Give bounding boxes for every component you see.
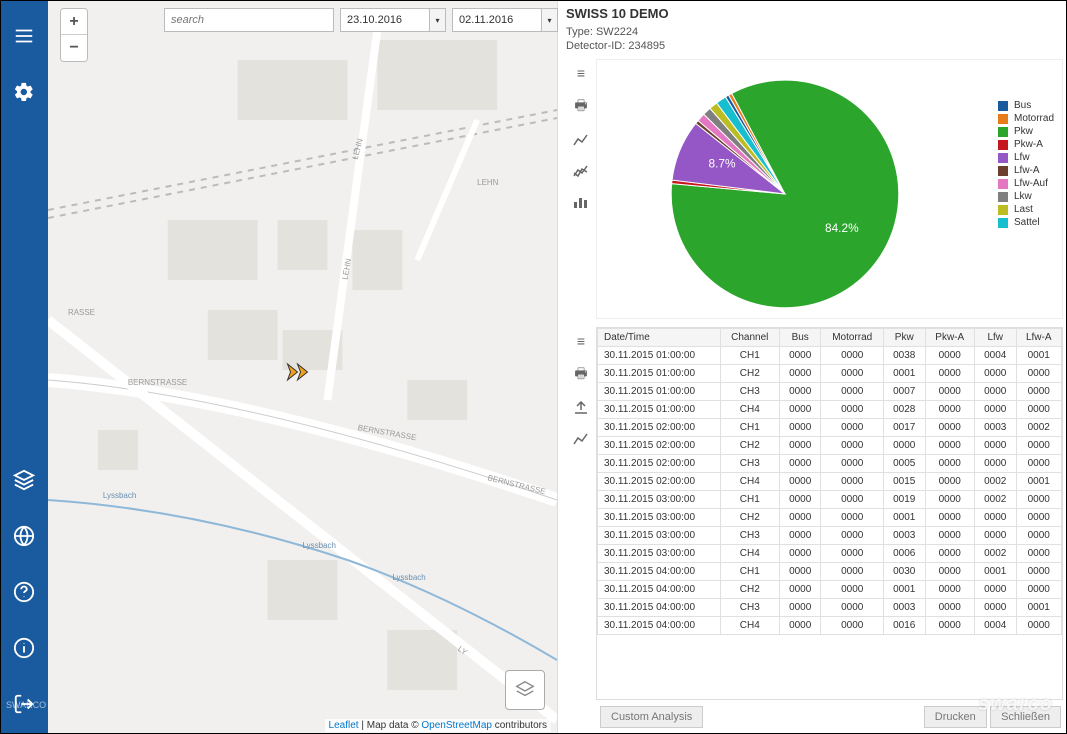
table-print-icon[interactable]: 🖶	[574, 363, 587, 387]
legend-item[interactable]: Pkw-A	[998, 139, 1054, 150]
menu-icon[interactable]	[8, 20, 40, 52]
table-row[interactable]: 30.11.2015 03:00:00CH1000000000019000000…	[598, 491, 1062, 509]
table-row[interactable]: 30.11.2015 04:00:00CH3000000000003000000…	[598, 599, 1062, 617]
info-icon[interactable]	[8, 632, 40, 664]
legend-item[interactable]: Pkw	[998, 126, 1054, 137]
column-header[interactable]: Pkw	[883, 329, 925, 347]
svg-text:Lyssbach: Lyssbach	[303, 541, 336, 550]
chart-print-icon[interactable]: 🖶	[574, 95, 587, 119]
chart-block: ≡ 🖶 84.2% 8.7% Bus Motorrad Pkw Pkw-A Lfw Lfw-…	[566, 59, 1063, 319]
table-row[interactable]: 30.11.2015 03:00:00CH2000000000001000000…	[598, 509, 1062, 527]
date-from-input[interactable]: 23.10.2016	[340, 8, 430, 32]
legend-item[interactable]: Lfw-Auf	[998, 178, 1054, 189]
date-from-dropdown[interactable]: ▾	[430, 8, 446, 32]
table-row[interactable]: 30.11.2015 04:00:00CH2000000000001000000…	[598, 581, 1062, 599]
svg-text:84.2%: 84.2%	[825, 221, 859, 235]
table-row[interactable]: 30.11.2015 04:00:00CH1000000000030000000…	[598, 563, 1062, 581]
column-header[interactable]: Bus	[779, 329, 821, 347]
svg-text:Lyssbach: Lyssbach	[392, 573, 425, 582]
svg-text:BERNSTRASSE: BERNSTRASSE	[128, 378, 187, 387]
custom-analysis-button[interactable]: Custom Analysis	[600, 706, 703, 728]
legend-item[interactable]: Last	[998, 204, 1054, 215]
column-header[interactable]: Pkw-A	[925, 329, 974, 347]
detail-panel: SWISS 10 DEMO Type: SW2224 Detector-ID: …	[557, 0, 1067, 734]
osm-link[interactable]: OpenStreetMap	[421, 720, 492, 731]
table-row[interactable]: 30.11.2015 04:00:00CH4000000000016000000…	[598, 617, 1062, 635]
legend-item[interactable]: Lfw	[998, 152, 1054, 163]
table-row[interactable]: 30.11.2015 02:00:00CH1000000000017000000…	[598, 419, 1062, 437]
leaflet-link[interactable]: Leaflet	[329, 720, 359, 731]
map-layers-button[interactable]	[505, 670, 545, 710]
legend-item[interactable]: Lfw-A	[998, 165, 1054, 176]
table-block: ≡ 🖶 Date/TimeChannelBusMotorradPkwPkw-AL…	[566, 327, 1063, 700]
table-row[interactable]: 30.11.2015 01:00:00CH4000000000028000000…	[598, 401, 1062, 419]
detector-line: Detector-ID: 234895	[566, 39, 1063, 53]
legend-item[interactable]: Motorrad	[998, 113, 1054, 124]
zoom-in-button[interactable]: +	[61, 9, 87, 35]
table-row[interactable]: 30.11.2015 02:00:00CH4000000000015000000…	[598, 473, 1062, 491]
type-line: Type: SW2224	[566, 25, 1063, 39]
map-canvas[interactable]: LEHN LEHN LEHN BERNSTRASSE BERNSTRASSE B…	[48, 0, 557, 734]
legend-item[interactable]: Lkw	[998, 191, 1054, 202]
help-icon[interactable]	[8, 576, 40, 608]
layers-icon[interactable]	[8, 464, 40, 496]
chart-line-icon[interactable]	[573, 133, 589, 150]
search-input[interactable]	[164, 8, 334, 32]
column-header[interactable]: Motorrad	[821, 329, 884, 347]
column-header[interactable]: Lfw	[974, 329, 1016, 347]
close-button[interactable]: Schließen	[990, 706, 1061, 728]
legend-item[interactable]: Sattel	[998, 217, 1054, 228]
svg-text:RASSE: RASSE	[68, 308, 95, 317]
data-table[interactable]: Date/TimeChannelBusMotorradPkwPkw-ALfwLf…	[596, 327, 1063, 700]
map-panel[interactable]: + − 23.10.2016 ▾ 02.11.2016 ▾	[48, 0, 557, 734]
table-row[interactable]: 30.11.2015 01:00:00CH3000000000007000000…	[598, 383, 1062, 401]
svg-text:8.7%: 8.7%	[708, 157, 735, 171]
bottom-bar: Custom Analysis Drucken Schließen	[566, 700, 1063, 728]
chart-menu-icon[interactable]: ≡	[577, 65, 585, 81]
svg-text:LEHN: LEHN	[477, 178, 499, 187]
map-attribution: Leaflet | Map data © OpenStreetMap contr…	[325, 719, 551, 732]
print-button[interactable]: Drucken	[924, 706, 987, 728]
chart-legend: Bus Motorrad Pkw Pkw-A Lfw Lfw-A Lfw-Auf Lkw Las…	[998, 100, 1054, 230]
table-menu-icon[interactable]: ≡	[577, 333, 585, 349]
table-row[interactable]: 30.11.2015 02:00:00CH2000000000000000000…	[598, 437, 1062, 455]
table-row[interactable]: 30.11.2015 03:00:00CH3000000000003000000…	[598, 527, 1062, 545]
column-header[interactable]: Lfw-A	[1016, 329, 1062, 347]
zoom-out-button[interactable]: −	[61, 35, 87, 61]
column-header[interactable]: Channel	[720, 329, 779, 347]
table-row[interactable]: 30.11.2015 01:00:00CH1000000000038000000…	[598, 347, 1062, 365]
table-chart-icon[interactable]	[573, 432, 589, 449]
zoom-control: + −	[60, 8, 88, 62]
panel-title: SWISS 10 DEMO	[566, 6, 1063, 21]
column-header[interactable]: Date/Time	[598, 329, 721, 347]
pie-chart: 84.2% 8.7% Bus Motorrad Pkw Pkw-A Lfw Lfw-A Lfw…	[596, 59, 1063, 319]
table-row[interactable]: 30.11.2015 01:00:00CH2000000000001000000…	[598, 365, 1062, 383]
globe-icon[interactable]	[8, 520, 40, 552]
chart-bar-icon[interactable]	[573, 195, 589, 212]
table-export-icon[interactable]	[573, 401, 589, 418]
svg-text:Lyssbach: Lyssbach	[103, 491, 136, 500]
gear-icon[interactable]	[8, 76, 40, 108]
legend-item[interactable]: Bus	[998, 100, 1054, 111]
date-to-input[interactable]: 02.11.2016	[452, 8, 542, 32]
chart-multiline-icon[interactable]	[573, 164, 589, 181]
sidebar: SWARCO | First in Traffic Solutions	[0, 0, 48, 734]
date-to-dropdown[interactable]: ▾	[542, 8, 558, 32]
table-row[interactable]: 30.11.2015 03:00:00CH4000000000006000000…	[598, 545, 1062, 563]
table-toolbar: ≡ 🖶	[566, 327, 596, 700]
chart-toolbar: ≡ 🖶	[566, 59, 596, 319]
table-row[interactable]: 30.11.2015 02:00:00CH3000000000005000000…	[598, 455, 1062, 473]
